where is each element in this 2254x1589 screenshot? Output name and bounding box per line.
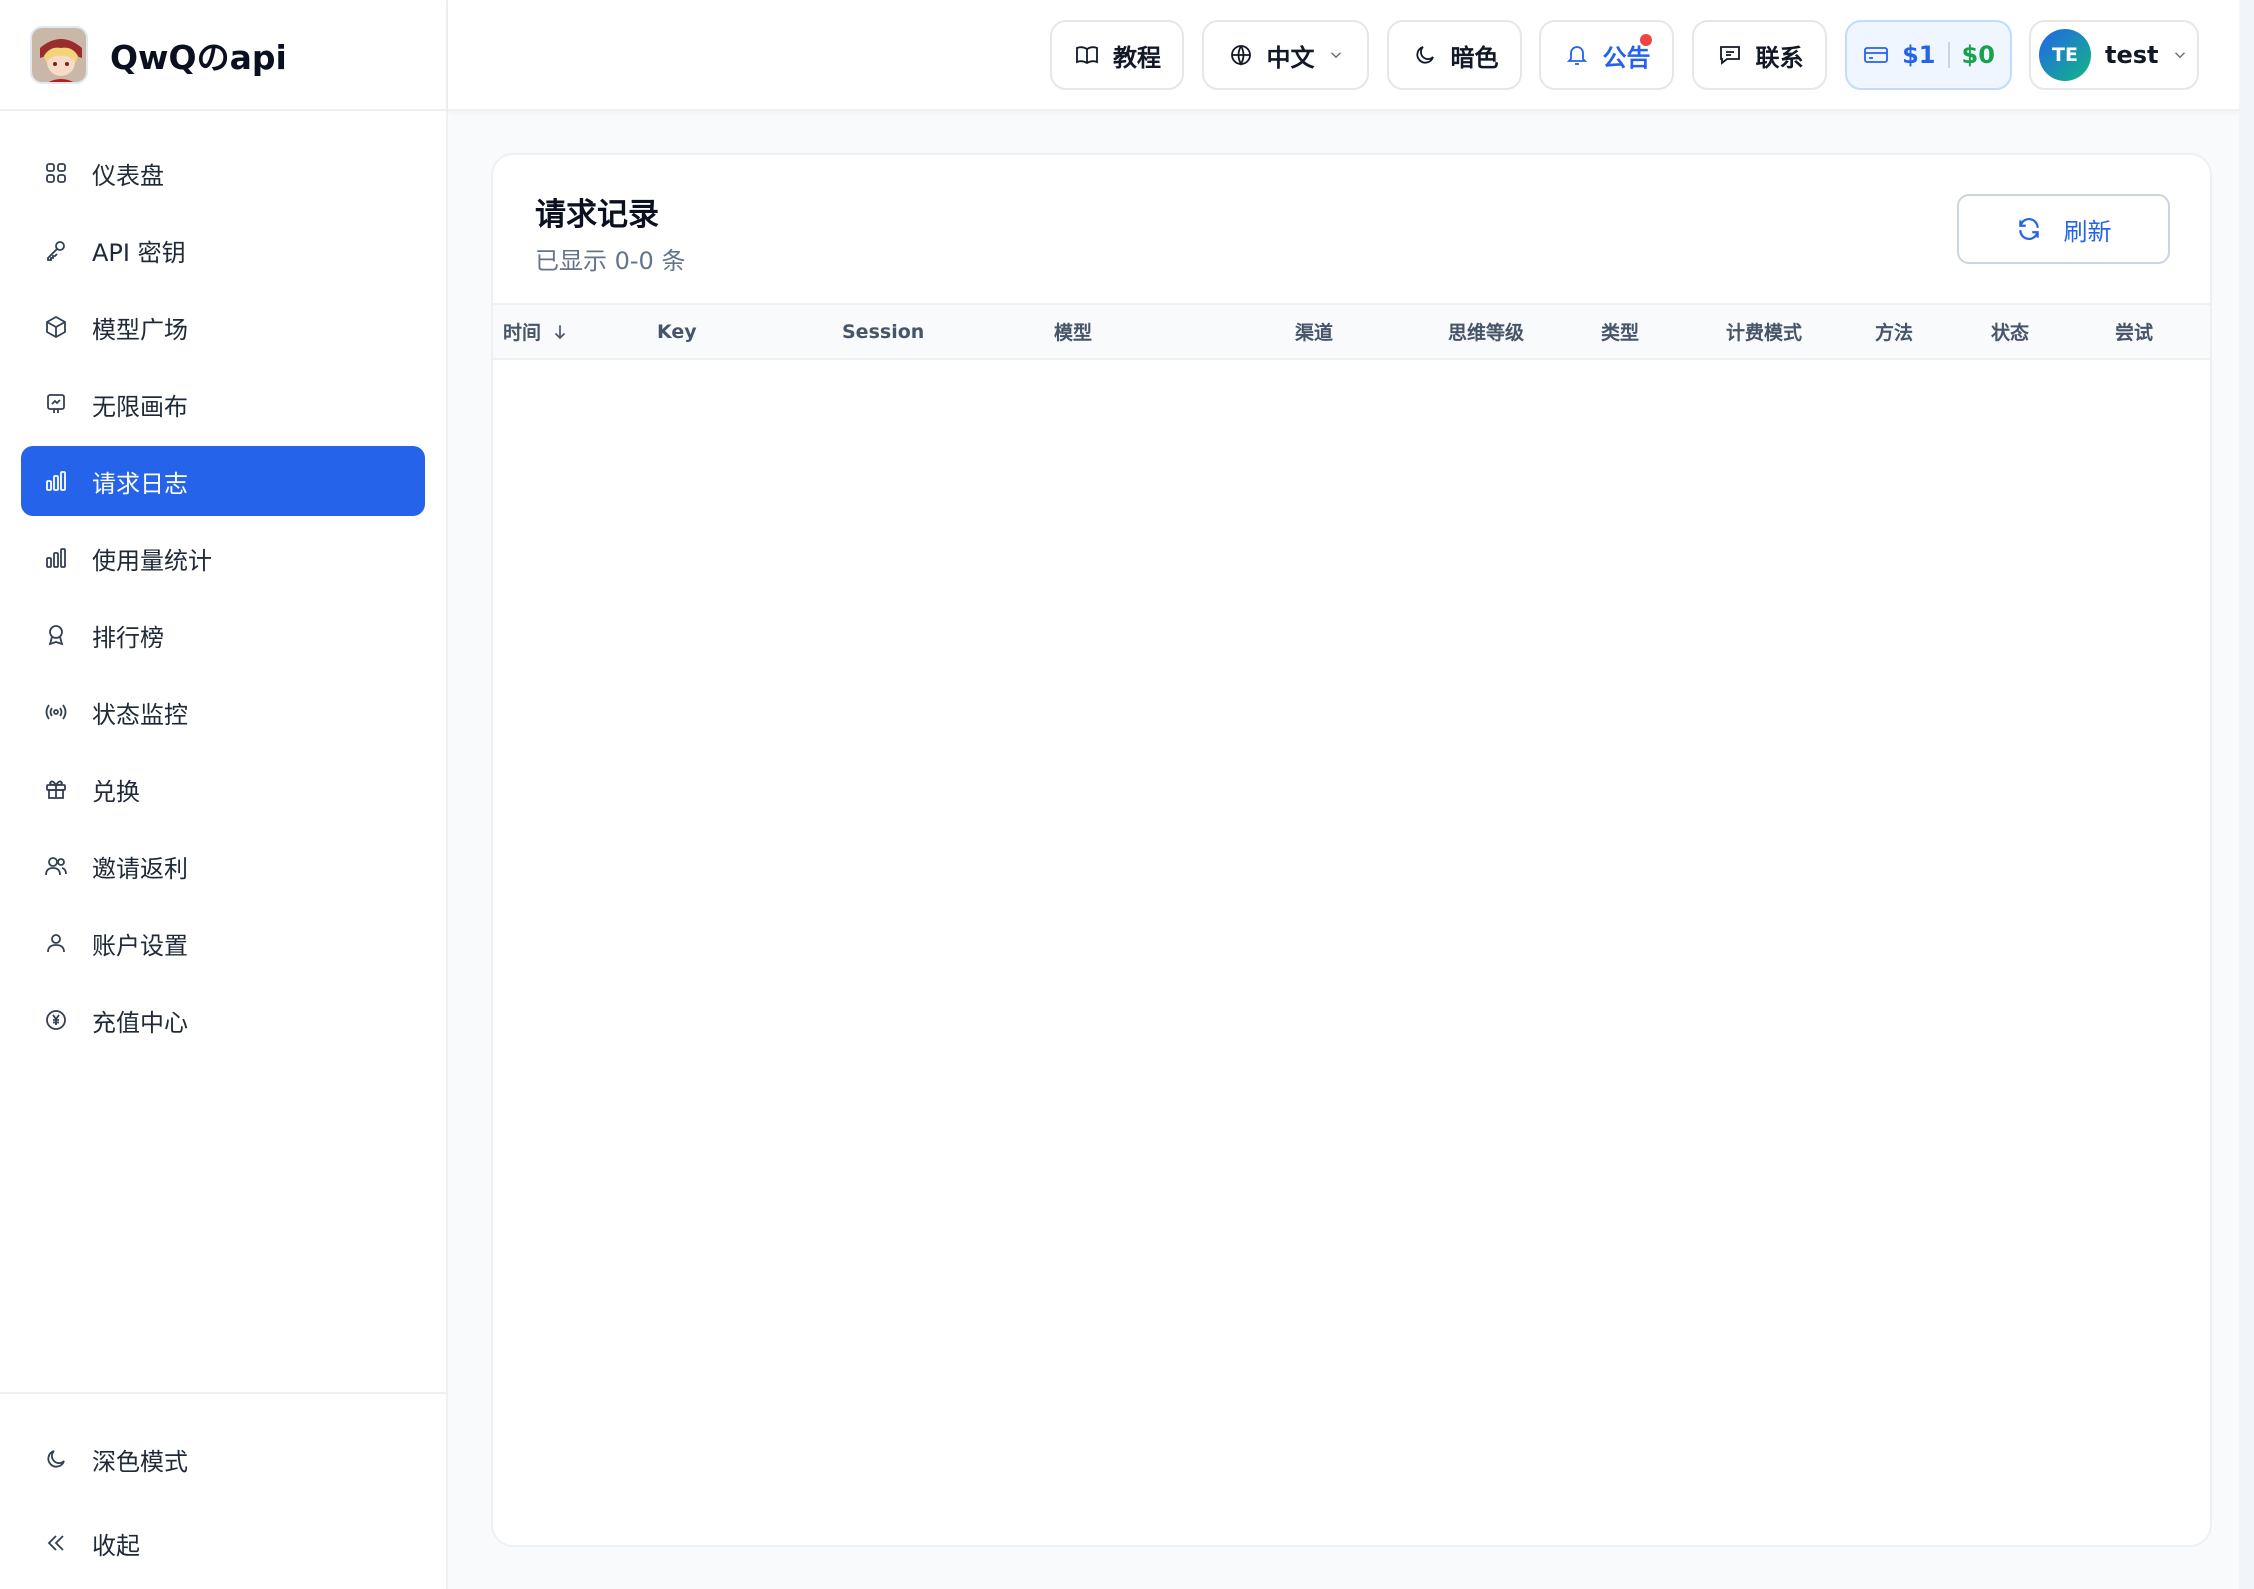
sidebar: QwQのapi 仪表盘 API 密钥 模型广场 无限画布 请求日志 使用量统计 … — [0, 0, 448, 1589]
radio-signal-icon — [42, 698, 70, 726]
refresh-icon — [2016, 216, 2042, 242]
sidebar-item-label: 充值中心 — [92, 1008, 188, 1037]
column-header-method: 方法 — [1875, 322, 1914, 344]
users-icon — [42, 852, 70, 880]
language-label: 中文 — [1266, 43, 1315, 72]
column-header-session: Session — [842, 320, 925, 343]
chevron-down-icon — [1327, 46, 1345, 64]
sidebar-item-label: 模型广场 — [92, 315, 188, 344]
notice-button[interactable]: 公告 — [1539, 20, 1674, 90]
contact-button[interactable]: 联系 — [1692, 20, 1827, 90]
credit-card-icon — [1862, 41, 1890, 69]
sidebar-item-referral[interactable]: 邀请返利 — [21, 831, 425, 901]
sidebar-item-status-monitor[interactable]: 状态监控 — [21, 677, 425, 747]
sidebar-item-infinite-canvas[interactable]: 无限画布 — [21, 369, 425, 439]
notice-unread-dot — [1640, 34, 1652, 46]
record-count: 已显示 0-0 条 — [535, 247, 686, 275]
balance-divider — [1947, 42, 1950, 68]
collapse-sidebar-button[interactable]: 收起 — [21, 1508, 425, 1578]
user-menu[interactable]: TE test — [2029, 20, 2199, 90]
balance-button[interactable]: $1 $0 — [1845, 20, 2012, 90]
brand-logo — [30, 25, 88, 84]
sidebar-item-label: 状态监控 — [92, 700, 188, 729]
balance-secondary: $0 — [1961, 41, 1995, 69]
sidebar-item-leaderboard[interactable]: 排行榜 — [21, 600, 425, 670]
sidebar-item-account-settings[interactable]: 账户设置 — [21, 908, 425, 978]
chevrons-left-icon — [42, 1529, 70, 1557]
column-header-time[interactable]: 时间 — [503, 305, 569, 358]
sidebar-item-model-plaza[interactable]: 模型广场 — [21, 292, 425, 362]
book-icon — [1073, 41, 1101, 69]
message-icon — [1716, 41, 1744, 69]
sidebar-item-dashboard[interactable]: 仪表盘 — [21, 138, 425, 208]
dark-mode-label: 深色模式 — [92, 1447, 188, 1476]
user-name: test — [2105, 41, 2159, 69]
refresh-button[interactable]: 刷新 — [1957, 194, 2170, 264]
chevron-down-icon — [2171, 46, 2189, 64]
column-header-channel: 渠道 — [1295, 322, 1334, 344]
brand-name: QwQのapi — [110, 37, 287, 77]
sidebar-item-label: 账户设置 — [92, 931, 188, 960]
sidebar-item-label: API 密钥 — [92, 238, 186, 267]
sidebar-item-recharge[interactable]: 充值中心 — [21, 985, 425, 1055]
sort-arrow-down-icon — [551, 323, 569, 341]
bar-chart-icon — [42, 544, 70, 572]
column-header-type: 类型 — [1601, 322, 1640, 344]
gift-icon — [42, 775, 70, 803]
column-header-key: Key — [657, 320, 697, 343]
canvas-icon — [42, 390, 70, 418]
theme-label: 暗色 — [1450, 43, 1499, 72]
moon-icon — [42, 1445, 70, 1473]
avatar: TE — [2039, 29, 2091, 81]
balance-primary: $1 — [1902, 41, 1936, 69]
table-header: 时间 Key Session 模型 渠道 思维等级 类型 计费模式 方法 状态 … — [493, 303, 2210, 360]
sidebar-item-request-logs[interactable]: 请求日志 — [21, 446, 425, 516]
sidebar-item-usage-stats[interactable]: 使用量统计 — [21, 523, 425, 593]
brand[interactable]: QwQのapi — [0, 0, 446, 111]
bell-icon — [1563, 41, 1591, 69]
dark-mode-toggle[interactable]: 深色模式 — [21, 1424, 425, 1494]
page-scrollbar[interactable] — [2239, 0, 2254, 1589]
grid-icon — [42, 159, 70, 187]
cube-icon — [42, 313, 70, 341]
request-log-card: 请求记录 已显示 0-0 条 刷新 时间 Key Session 模型 渠道 思… — [491, 153, 2212, 1547]
top-bar: 教程 中文 暗色 公告 联系 $1 $0 TE test — [448, 0, 2239, 111]
column-header-model: 模型 — [1054, 322, 1093, 344]
theme-toggle-button[interactable]: 暗色 — [1387, 20, 1522, 90]
sidebar-item-label: 请求日志 — [92, 469, 188, 498]
sidebar-item-label: 仪表盘 — [92, 161, 164, 190]
refresh-label: 刷新 — [2063, 217, 2112, 246]
column-header-billing-mode: 计费模式 — [1726, 322, 1803, 344]
tutorial-label: 教程 — [1113, 43, 1161, 72]
column-header-thinking-level: 思维等级 — [1448, 322, 1525, 344]
sidebar-item-label: 邀请返利 — [92, 854, 188, 883]
key-icon — [42, 236, 70, 264]
moon-icon — [1411, 41, 1439, 69]
award-icon — [42, 621, 70, 649]
collapse-label: 收起 — [92, 1531, 140, 1560]
sidebar-item-label: 兑换 — [92, 777, 140, 806]
user-icon — [42, 929, 70, 957]
sidebar-item-api-keys[interactable]: API 密钥 — [21, 215, 425, 285]
contact-label: 联系 — [1755, 43, 1804, 72]
column-header-attempts: 尝试 — [2115, 322, 2154, 344]
tutorial-button[interactable]: 教程 — [1050, 20, 1184, 90]
column-header-status: 状态 — [1991, 322, 2030, 344]
sidebar-nav: 仪表盘 API 密钥 模型广场 无限画布 请求日志 使用量统计 排行榜 状态监控… — [0, 138, 446, 1055]
page-title: 请求记录 — [535, 197, 659, 233]
sidebar-item-label: 无限画布 — [92, 392, 188, 421]
yen-circle-icon — [42, 1006, 70, 1034]
sidebar-item-redeem[interactable]: 兑换 — [21, 754, 425, 824]
bar-chart-icon — [42, 467, 70, 495]
sidebar-item-label: 排行榜 — [92, 623, 164, 652]
globe-icon — [1227, 41, 1255, 69]
language-select[interactable]: 中文 — [1202, 20, 1369, 90]
sidebar-bottom: 深色模式 收起 — [0, 1392, 446, 1589]
sidebar-item-label: 使用量统计 — [92, 546, 212, 575]
